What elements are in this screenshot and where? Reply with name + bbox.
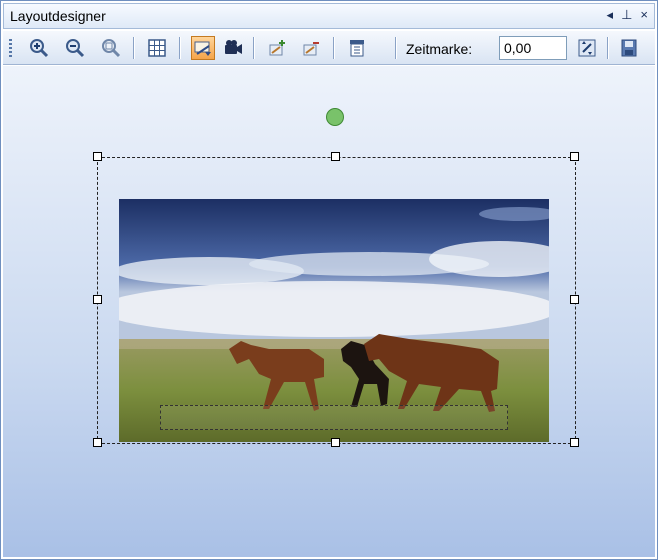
resize-handle-bottom[interactable] <box>331 438 340 447</box>
panel-titlebar: Layoutdesigner ◂ ⊥ × <box>3 3 655 29</box>
resize-handle-top-left[interactable] <box>93 152 102 161</box>
resize-handle-left[interactable] <box>93 295 102 304</box>
zoom-in-button[interactable] <box>27 36 51 60</box>
resize-handle-bottom-right[interactable] <box>570 438 579 447</box>
remove-keyframe-icon <box>303 42 319 56</box>
panel-title: Layoutdesigner <box>10 8 106 24</box>
timecode-toggle-button[interactable] <box>575 36 599 60</box>
add-keyframe-button[interactable] <box>265 36 289 60</box>
layoutdesigner-panel: Layoutdesigner ◂ ⊥ × Zeitmarke: 0,00 <box>0 0 658 560</box>
layout-canvas[interactable] <box>3 66 655 557</box>
properties-icon <box>350 40 364 57</box>
add-keyframe-icon <box>269 40 285 56</box>
zeitmarke-input[interactable] <box>499 36 567 60</box>
zoom-in-icon <box>30 39 49 58</box>
close-icon[interactable]: × <box>640 7 648 23</box>
remove-keyframe-button[interactable] <box>299 36 323 60</box>
camera-icon <box>225 40 242 54</box>
titlebar-controls: ◂ ⊥ × <box>607 7 648 23</box>
resize-handle-top[interactable] <box>331 152 340 161</box>
toolbar: Zeitmarke: <box>3 31 655 65</box>
save-icon <box>621 39 637 57</box>
dock-left-icon[interactable]: ◂ <box>607 7 614 23</box>
grid-icon <box>148 39 166 57</box>
grid-button[interactable] <box>145 36 169 60</box>
timecode-toggle-icon <box>578 39 596 57</box>
camera-button[interactable] <box>221 36 245 60</box>
rotation-handle[interactable] <box>326 108 344 126</box>
toolbar-grip[interactable] <box>9 39 12 57</box>
selection-frame[interactable] <box>97 157 576 444</box>
save-button[interactable] <box>617 36 641 60</box>
zoom-fit-icon <box>102 39 121 58</box>
pin-icon[interactable]: ⊥ <box>621 7 632 23</box>
select-tool-icon <box>194 41 211 56</box>
resize-handle-right[interactable] <box>570 295 579 304</box>
zoom-out-button[interactable] <box>63 36 87 60</box>
zoom-fit-button[interactable] <box>99 36 123 60</box>
properties-button[interactable] <box>345 36 369 60</box>
zeitmarke-label: Zeitmarke: <box>406 41 473 57</box>
zoom-out-icon <box>66 39 85 58</box>
resize-handle-top-right[interactable] <box>570 152 579 161</box>
select-tool-button[interactable] <box>191 36 215 60</box>
resize-handle-bottom-left[interactable] <box>93 438 102 447</box>
